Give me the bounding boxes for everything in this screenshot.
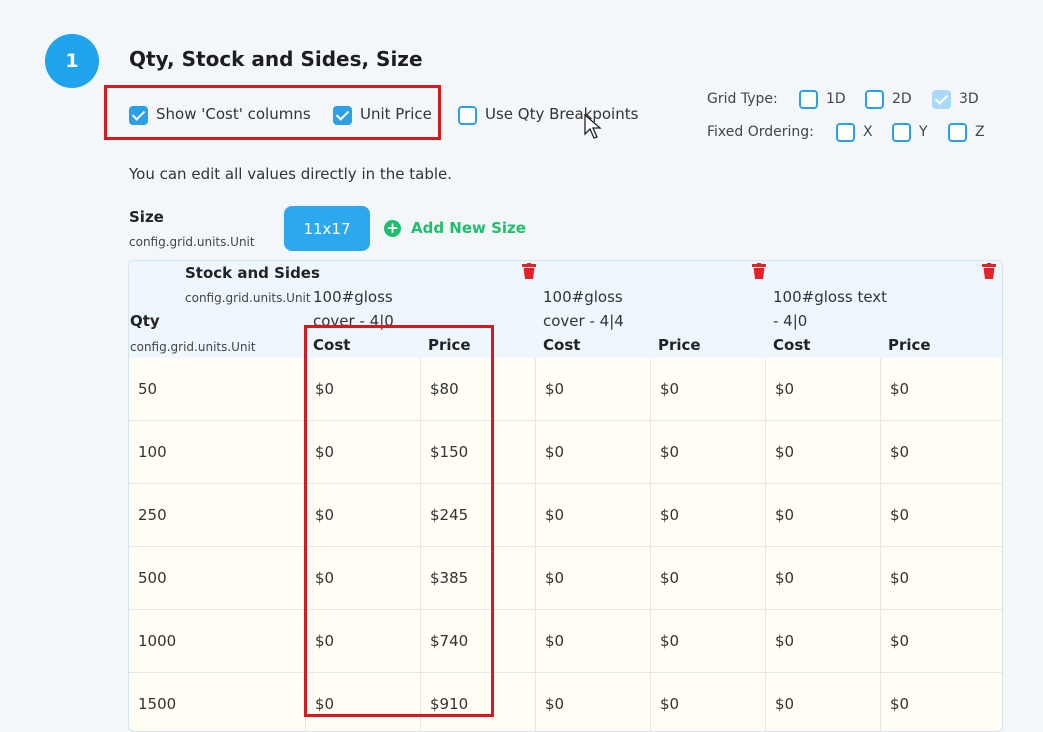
size-chip-label: 11x17 — [303, 219, 351, 238]
stock-name-line2: - 4|0 — [773, 312, 808, 330]
cost-cell[interactable]: $0 — [535, 358, 650, 420]
price-cell[interactable]: $0 — [650, 547, 765, 609]
grid-type-label: Grid Type: — [707, 91, 778, 107]
qty-unit: config.grid.units.Unit — [130, 340, 256, 354]
column-header-price: Price — [888, 336, 931, 354]
cost-cell[interactable]: $0 — [535, 547, 650, 609]
size-label: Size — [129, 208, 164, 226]
price-cell[interactable]: $0 — [650, 673, 765, 731]
table-row: 50 $0 $80 $0 $0 $0 $0 — [129, 358, 1002, 420]
fixed-ordering-z-label[interactable]: Z — [975, 124, 985, 140]
stock-name-line1: 100#gloss text — [773, 288, 888, 306]
price-cell[interactable]: $0 — [880, 547, 1002, 609]
grid-type-1d-checkbox[interactable] — [799, 90, 818, 109]
qty-cell[interactable]: 50 — [129, 358, 305, 420]
table-row: 1000 $0 $740 $0 $0 $0 $0 — [129, 609, 1002, 672]
cost-cell[interactable]: $0 — [765, 610, 880, 672]
column-header-cost: Cost — [543, 336, 581, 354]
stock-name-line1: 100#gloss — [543, 288, 623, 306]
grid-type-2d-label[interactable]: 2D — [892, 91, 912, 107]
qty-cell[interactable]: 250 — [129, 484, 305, 546]
cost-cell[interactable]: $0 — [535, 484, 650, 546]
cost-cell[interactable]: $0 — [765, 547, 880, 609]
price-cell[interactable]: $0 — [650, 358, 765, 420]
use-qty-breakpoints-label[interactable]: Use Qty Breakpoints — [485, 105, 638, 123]
table-header: Stock and Sides config.grid.units.Unit Q… — [129, 261, 1002, 358]
price-cell[interactable]: $0 — [880, 421, 1002, 483]
price-cell[interactable]: $0 — [650, 484, 765, 546]
stock-column-header: 100#gloss cover - 4|4 — [543, 285, 624, 333]
grid-type-3d-label[interactable]: 3D — [959, 91, 979, 107]
pricing-table: Stock and Sides config.grid.units.Unit Q… — [128, 260, 1003, 732]
qty-cell[interactable]: 500 — [129, 547, 305, 609]
cost-cell[interactable]: $0 — [535, 673, 650, 731]
fixed-ordering-y-checkbox[interactable] — [892, 123, 911, 142]
edit-hint-text: You can edit all values directly in the … — [129, 165, 453, 183]
stock-column-header: 100#gloss text - 4|0 — [773, 285, 887, 333]
size-unit: config.grid.units.Unit — [129, 235, 255, 249]
use-qty-breakpoints-checkbox[interactable] — [458, 106, 477, 125]
cost-cell[interactable]: $0 — [765, 358, 880, 420]
plus-icon: + — [384, 219, 401, 237]
step-number: 1 — [65, 50, 79, 72]
delete-stock-trash-icon[interactable] — [752, 263, 766, 279]
stock-sides-unit: config.grid.units.Unit — [185, 291, 311, 305]
section-title: Qty, Stock and Sides, Size — [129, 47, 423, 71]
qty-cell[interactable]: 1000 — [129, 610, 305, 672]
step-number-badge: 1 — [45, 34, 99, 88]
mouse-cursor-icon — [584, 114, 602, 139]
column-header-cost: Cost — [773, 336, 811, 354]
grid-type-2d-checkbox[interactable] — [865, 90, 884, 109]
add-new-size-label: Add New Size — [411, 219, 526, 237]
add-new-size-button[interactable]: + Add New Size — [384, 219, 526, 237]
table-row: 500 $0 $385 $0 $0 $0 $0 — [129, 546, 1002, 609]
delete-stock-trash-icon[interactable] — [982, 263, 996, 279]
delete-stock-trash-icon[interactable] — [522, 263, 536, 279]
qty-cell[interactable]: 1500 — [129, 673, 305, 731]
table-row: 1500 $0 $910 $0 $0 $0 $0 — [129, 672, 1002, 731]
fixed-ordering-y-label[interactable]: Y — [919, 124, 928, 140]
qty-label: Qty — [130, 312, 160, 330]
grid-type-1d-label[interactable]: 1D — [826, 91, 846, 107]
price-cell[interactable]: $0 — [880, 673, 1002, 731]
stock-name-line1: 100#gloss — [313, 288, 393, 306]
columns-highlight-box — [304, 325, 494, 717]
fixed-ordering-x-label[interactable]: X — [863, 124, 873, 140]
fixed-ordering-x-checkbox[interactable] — [836, 123, 855, 142]
stock-name-line2: cover - 4|4 — [543, 312, 624, 330]
price-cell[interactable]: $0 — [880, 610, 1002, 672]
cost-cell[interactable]: $0 — [765, 421, 880, 483]
column-header-price: Price — [658, 336, 701, 354]
price-cell[interactable]: $0 — [650, 421, 765, 483]
price-cell[interactable]: $0 — [650, 610, 765, 672]
fixed-ordering-z-checkbox[interactable] — [948, 123, 967, 142]
options-highlight-box — [104, 85, 441, 140]
cost-cell[interactable]: $0 — [765, 673, 880, 731]
price-cell[interactable]: $0 — [880, 358, 1002, 420]
price-cell[interactable]: $0 — [880, 484, 1002, 546]
size-chip-11x17[interactable]: 11x17 — [284, 206, 370, 251]
cost-cell[interactable]: $0 — [765, 484, 880, 546]
grid-type-3d-checkbox[interactable] — [932, 90, 951, 109]
table-row: 250 $0 $245 $0 $0 $0 $0 — [129, 483, 1002, 546]
fixed-ordering-label: Fixed Ordering: — [707, 124, 814, 140]
table-row: 100 $0 $150 $0 $0 $0 $0 — [129, 420, 1002, 483]
stock-sides-label: Stock and Sides — [185, 264, 320, 282]
table-body: 50 $0 $80 $0 $0 $0 $0 100 $0 $150 $0 $0 $0 $0 250 $0 $24… — [129, 358, 1002, 731]
cost-cell[interactable]: $0 — [535, 421, 650, 483]
qty-cell[interactable]: 100 — [129, 421, 305, 483]
cost-cell[interactable]: $0 — [535, 610, 650, 672]
